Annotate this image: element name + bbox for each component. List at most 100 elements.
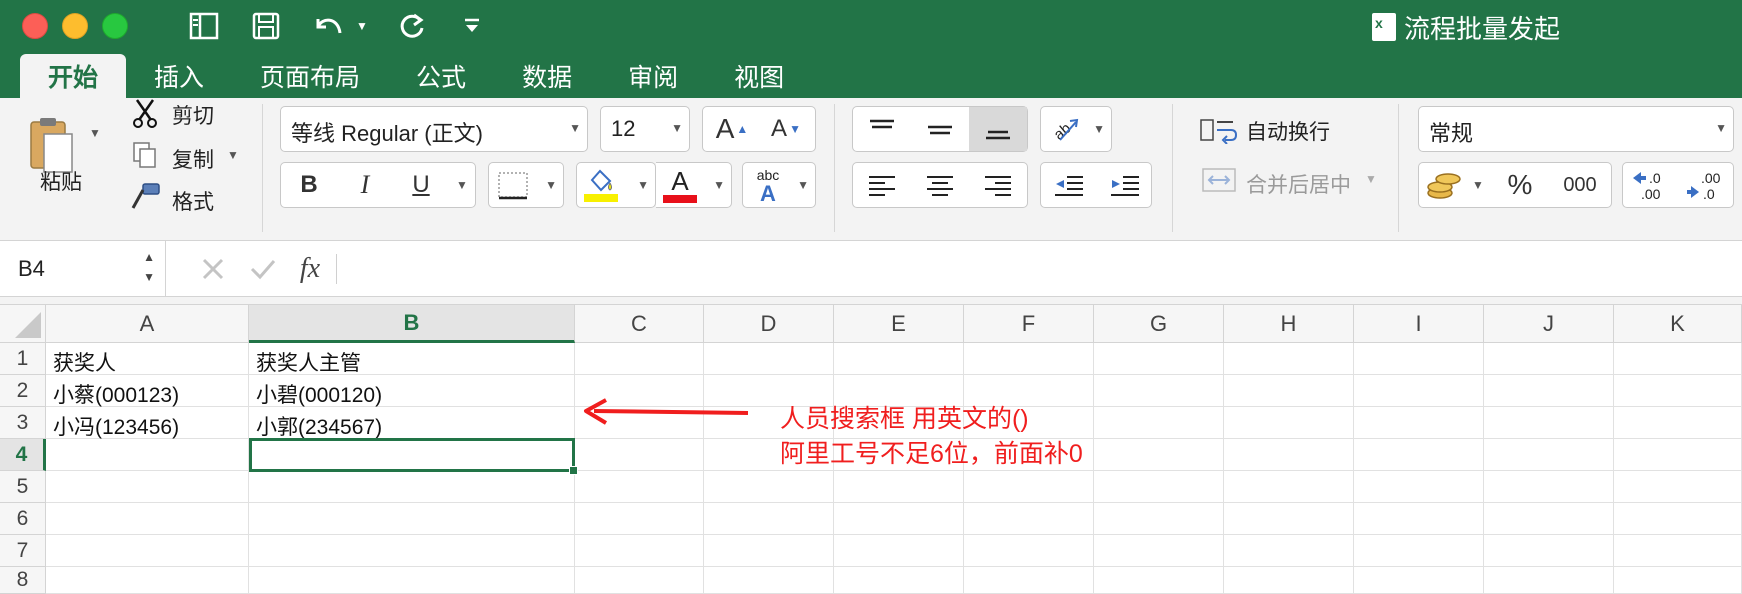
- borders-dropdown[interactable]: ▼: [488, 162, 564, 208]
- insert-function-icon[interactable]: fx: [288, 249, 332, 289]
- align-left-icon[interactable]: [853, 163, 911, 207]
- cell-i8[interactable]: [1354, 567, 1484, 594]
- cell-g1[interactable]: [1094, 343, 1224, 375]
- select-all-button[interactable]: [0, 305, 46, 343]
- cell-k5[interactable]: [1614, 471, 1742, 503]
- cell-c6[interactable]: [575, 503, 704, 535]
- underline-dropdown-icon[interactable]: ▼: [449, 163, 475, 207]
- customize-toolbar-icon[interactable]: [458, 8, 486, 44]
- name-box-stepper-icon[interactable]: ▲ ▼: [143, 247, 155, 287]
- orientation-dropdown[interactable]: ab ▼: [1040, 106, 1112, 152]
- cell-g8[interactable]: [1094, 567, 1224, 594]
- bold-button[interactable]: B: [281, 163, 337, 207]
- enter-check-icon[interactable]: [238, 249, 288, 289]
- minimize-window-button[interactable]: [62, 13, 88, 39]
- cell-d5[interactable]: [704, 471, 834, 503]
- font-name-dropdown[interactable]: 等线 Regular (正文) ▼: [280, 106, 588, 152]
- cell-j8[interactable]: [1484, 567, 1614, 594]
- row-header-7[interactable]: 7: [0, 535, 46, 567]
- cell-f6[interactable]: [964, 503, 1094, 535]
- cell-b8[interactable]: [249, 567, 575, 594]
- cell-i6[interactable]: [1354, 503, 1484, 535]
- cell-i2[interactable]: [1354, 375, 1484, 407]
- cell-b5[interactable]: [249, 471, 575, 503]
- cell-c1[interactable]: [575, 343, 704, 375]
- number-format-dropdown[interactable]: 常规 ▼: [1418, 106, 1734, 152]
- decrease-indent-icon[interactable]: [1041, 163, 1097, 207]
- format-painter-label[interactable]: 格式: [172, 186, 214, 216]
- cell-h6[interactable]: [1224, 503, 1354, 535]
- cell-c8[interactable]: [575, 567, 704, 594]
- column-header-i[interactable]: I: [1354, 305, 1484, 343]
- tab-home[interactable]: 开始: [20, 54, 127, 98]
- undo-dropdown-icon[interactable]: ▼: [352, 8, 372, 44]
- cell-j2[interactable]: [1484, 375, 1614, 407]
- cell-c7[interactable]: [575, 535, 704, 567]
- active-cell-b4[interactable]: [249, 438, 578, 475]
- cell-b1[interactable]: 获奖人主管: [249, 343, 575, 375]
- cell-d1[interactable]: [704, 343, 834, 375]
- copy-icon[interactable]: [130, 140, 160, 170]
- wrap-text-label[interactable]: 自动换行: [1246, 116, 1330, 146]
- cell-k8[interactable]: [1614, 567, 1742, 594]
- column-header-j[interactable]: J: [1484, 305, 1614, 343]
- cell-d6[interactable]: [704, 503, 834, 535]
- align-middle-icon[interactable]: [911, 107, 969, 151]
- column-header-d[interactable]: D: [704, 305, 834, 343]
- cell-a2[interactable]: 小蔡(000123): [46, 375, 249, 407]
- column-header-f[interactable]: F: [964, 305, 1094, 343]
- tab-formulas[interactable]: 公式: [388, 54, 494, 98]
- paste-label[interactable]: 粘贴: [40, 166, 82, 196]
- cell-a5[interactable]: [46, 471, 249, 503]
- cell-j5[interactable]: [1484, 471, 1614, 503]
- cell-g3[interactable]: [1094, 407, 1224, 439]
- cell-a7[interactable]: [46, 535, 249, 567]
- column-header-g[interactable]: G: [1094, 305, 1224, 343]
- save-icon[interactable]: [248, 8, 284, 44]
- cell-b3[interactable]: 小郭(234567): [249, 407, 575, 439]
- cancel-icon[interactable]: [188, 249, 238, 289]
- cell-f5[interactable]: [964, 471, 1094, 503]
- align-right-icon[interactable]: [969, 163, 1027, 207]
- cut-label[interactable]: 剪切: [172, 100, 214, 130]
- row-header-3[interactable]: 3: [0, 407, 46, 439]
- cell-a6[interactable]: [46, 503, 249, 535]
- font-size-dropdown[interactable]: 12 ▼: [600, 106, 690, 152]
- increase-font-size-icon[interactable]: A ▲: [707, 111, 757, 147]
- maximize-window-button[interactable]: [102, 13, 128, 39]
- row-header-1[interactable]: 1: [0, 343, 46, 375]
- cell-e1[interactable]: [834, 343, 964, 375]
- cell-k1[interactable]: [1614, 343, 1742, 375]
- cell-k7[interactable]: [1614, 535, 1742, 567]
- cell-e6[interactable]: [834, 503, 964, 535]
- phonetic-guide-dropdown[interactable]: abc A ▼: [742, 162, 816, 208]
- cell-g7[interactable]: [1094, 535, 1224, 567]
- cell-h8[interactable]: [1224, 567, 1354, 594]
- row-header-5[interactable]: 5: [0, 471, 46, 503]
- cell-h4[interactable]: [1224, 439, 1354, 471]
- cell-i4[interactable]: [1354, 439, 1484, 471]
- cell-d8[interactable]: [704, 567, 834, 594]
- cell-j4[interactable]: [1484, 439, 1614, 471]
- cell-k6[interactable]: [1614, 503, 1742, 535]
- tab-view[interactable]: 视图: [706, 54, 812, 98]
- cell-c5[interactable]: [575, 471, 704, 503]
- fill-color-dropdown[interactable]: ▼: [576, 162, 656, 208]
- cell-e8[interactable]: [834, 567, 964, 594]
- cell-f7[interactable]: [964, 535, 1094, 567]
- cell-i3[interactable]: [1354, 407, 1484, 439]
- cell-j1[interactable]: [1484, 343, 1614, 375]
- tab-data[interactable]: 数据: [494, 54, 600, 98]
- cell-i7[interactable]: [1354, 535, 1484, 567]
- cell-h7[interactable]: [1224, 535, 1354, 567]
- cell-g6[interactable]: [1094, 503, 1224, 535]
- align-top-icon[interactable]: [853, 107, 911, 151]
- column-header-c[interactable]: C: [575, 305, 704, 343]
- column-header-k[interactable]: K: [1614, 305, 1742, 343]
- row-header-2[interactable]: 2: [0, 375, 46, 407]
- increase-indent-icon[interactable]: [1097, 163, 1153, 207]
- row-header-6[interactable]: 6: [0, 503, 46, 535]
- cell-j7[interactable]: [1484, 535, 1614, 567]
- cell-g4[interactable]: [1094, 439, 1224, 471]
- tab-review[interactable]: 审阅: [600, 54, 706, 98]
